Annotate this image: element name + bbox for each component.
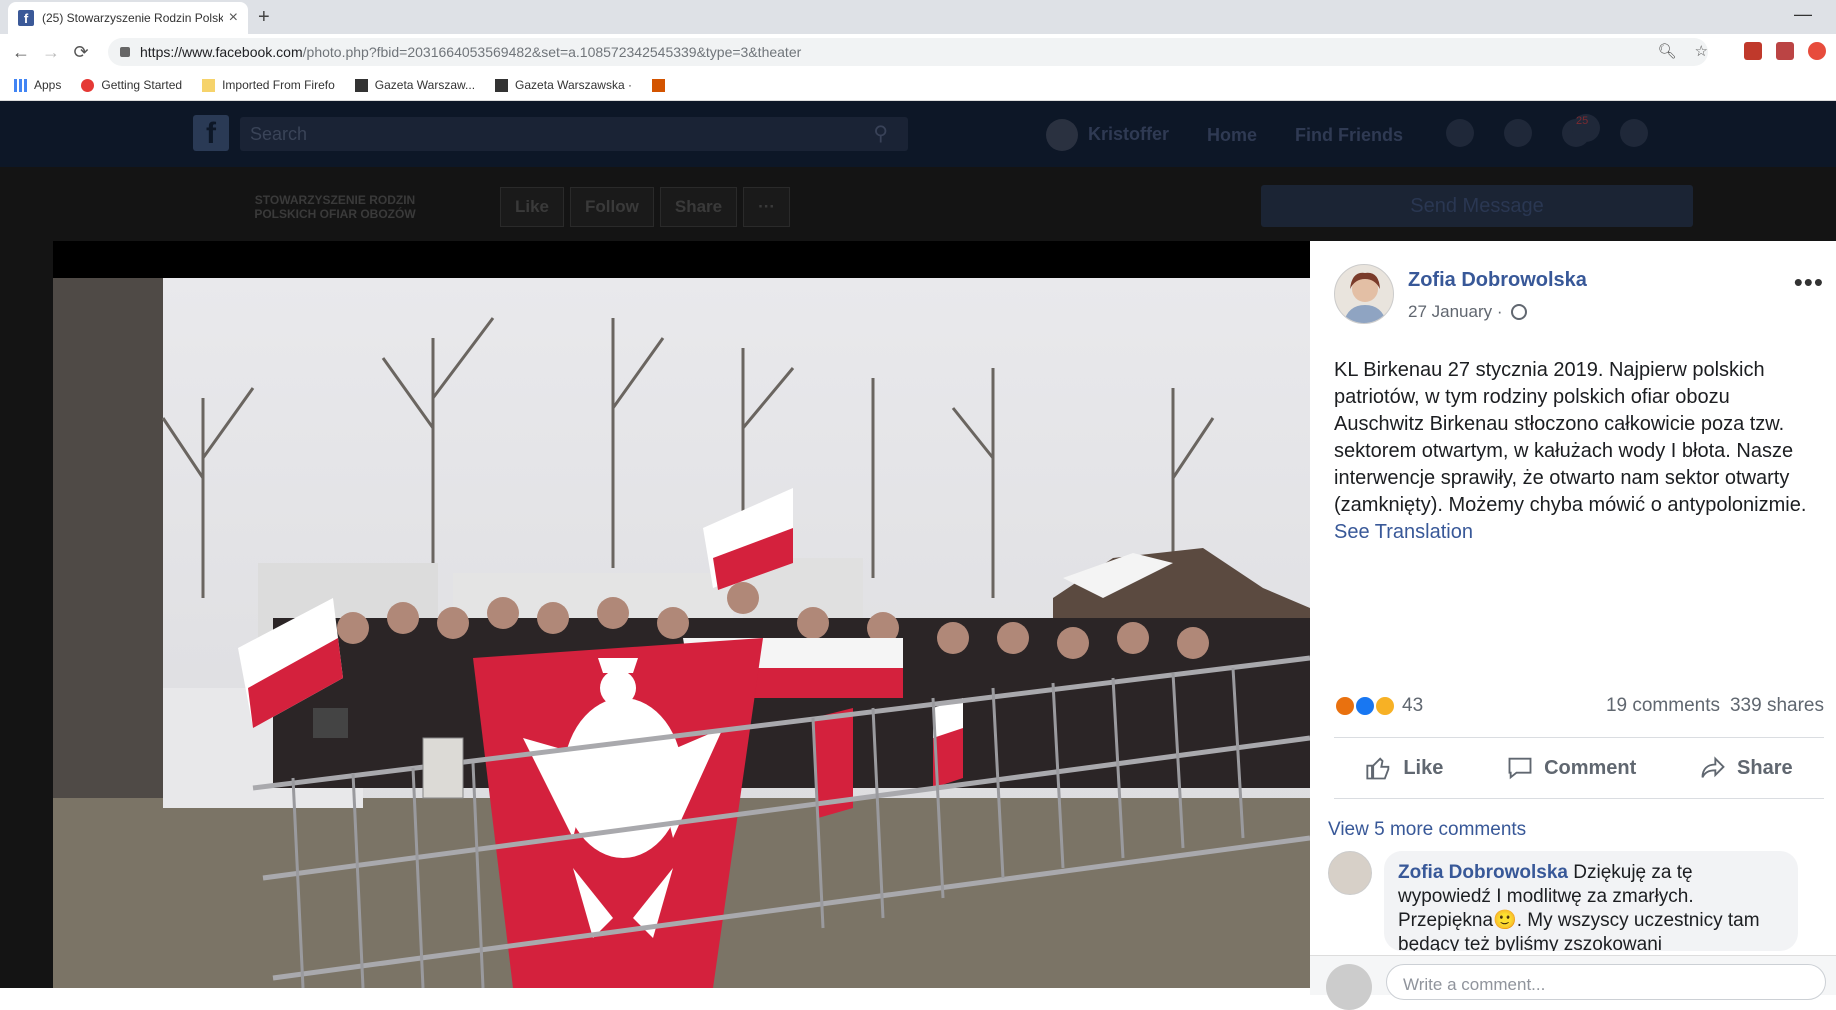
post-text: KL Birkenau 27 stycznia 2019. Najpierw p… xyxy=(1334,357,1824,546)
post-date: 27 January · xyxy=(1408,302,1527,322)
reaction-count[interactable]: 43 xyxy=(1402,695,1423,717)
bookmark-star-icon[interactable]: ☆ xyxy=(1695,42,1708,60)
photo-viewer[interactable] xyxy=(53,241,1310,988)
home-link[interactable]: Home xyxy=(1207,125,1257,146)
share-count[interactable]: 339 shares xyxy=(1730,695,1824,717)
bookmark-extra[interactable] xyxy=(651,78,665,92)
facebook-logo-icon[interactable]: f xyxy=(193,115,229,151)
chrome-icon xyxy=(81,78,95,92)
comment-author[interactable]: Zofia Dobrowolska xyxy=(1398,862,1568,883)
photo-image xyxy=(53,278,1310,988)
angry-reaction-icon xyxy=(1334,695,1356,717)
see-translation-link[interactable]: See Translation xyxy=(1334,519,1824,546)
like-button[interactable]: Like xyxy=(1365,754,1443,782)
bookmark-imported-from-firefox[interactable]: Imported From Firefo xyxy=(202,78,335,92)
bookmark-getting-started[interactable]: Getting Started xyxy=(81,78,182,92)
page-like-button[interactable]: Like xyxy=(500,187,565,227)
post-author-name[interactable]: Zofia Dobrowolska xyxy=(1408,269,1587,292)
folder-icon xyxy=(202,78,216,92)
bookmark-apps[interactable]: Apps xyxy=(14,78,61,92)
url-path: /photo.php?fbid=2031664053569482&set=a.1… xyxy=(302,44,802,60)
adblock-extension-icon[interactable] xyxy=(1744,42,1762,60)
page-logo: STOWARZYSZENIE RODZIN POLSKICH OFIAR OBO… xyxy=(254,193,416,221)
address-bar-row: ← → ⟳ https://www.facebook.com/photo.php… xyxy=(0,34,1836,70)
share-button[interactable]: Share xyxy=(1699,754,1793,782)
comment-bubble: Zofia Dobrowolska Dziękuję za tę wypowie… xyxy=(1384,851,1798,951)
url-host: https://www.facebook.com xyxy=(140,44,303,60)
gazeta-icon xyxy=(354,78,368,92)
friend-requests-icon[interactable] xyxy=(1446,119,1474,147)
author-avatar[interactable] xyxy=(1334,264,1394,324)
facebook-header-icons: 25 xyxy=(1446,114,1648,147)
notifications-icon[interactable]: 25 xyxy=(1562,114,1600,147)
browser-tab-strip: f (25) Stowarzyszenie Rodzin Polsk × + — xyxy=(0,0,1836,34)
wow-reaction-icon xyxy=(1374,695,1396,717)
minimize-window-icon[interactable]: — xyxy=(1794,4,1812,25)
thumbs-up-icon xyxy=(1366,757,1390,780)
facebook-search-input[interactable]: Search ⚲ xyxy=(240,117,908,151)
zoom-icon[interactable]: 🔍︎ xyxy=(1658,42,1677,60)
photo-side-panel: Zofia Dobrowolska 27 January · ••• KL Bi… xyxy=(1310,241,1836,1010)
like-reaction-icon xyxy=(1354,695,1376,717)
author-avatar-image xyxy=(1335,265,1393,323)
facebook-header: f Search ⚲ Kristoffer Home Find Friends … xyxy=(0,101,1836,167)
pdf-extension-icon[interactable] xyxy=(1776,42,1794,60)
bookmark-icon xyxy=(651,78,665,92)
extension-icon[interactable] xyxy=(1808,42,1826,60)
reload-icon[interactable]: ⟳ xyxy=(66,42,96,63)
send-message-button[interactable]: Send Message xyxy=(1261,185,1693,227)
comment-icon xyxy=(1508,757,1532,780)
avatar xyxy=(1046,119,1078,151)
share-icon xyxy=(1701,756,1725,778)
view-more-comments-link[interactable]: View 5 more comments xyxy=(1328,819,1526,841)
bookmarks-bar: Apps Getting Started Imported From Firef… xyxy=(0,70,1836,101)
write-comment-input[interactable]: Write a comment... xyxy=(1386,964,1826,1000)
commenter-avatar[interactable] xyxy=(1328,851,1372,895)
back-icon[interactable]: ← xyxy=(6,42,36,63)
close-tab-icon[interactable]: × xyxy=(229,9,238,27)
current-user-avatar xyxy=(1326,964,1372,1010)
search-icon[interactable]: ⚲ xyxy=(873,121,888,146)
url-omnibox[interactable]: https://www.facebook.com/photo.php?fbid=… xyxy=(108,38,1708,66)
bookmark-gazeta-2[interactable]: Gazeta Warszawska · xyxy=(495,78,632,92)
profile-link[interactable]: Kristoffer xyxy=(1046,119,1169,151)
forward-icon[interactable]: → xyxy=(36,42,66,63)
post-body: KL Birkenau 27 stycznia 2019. Najpierw p… xyxy=(1334,359,1807,516)
comment-count[interactable]: 19 comments xyxy=(1606,695,1720,717)
lock-icon xyxy=(120,47,130,57)
facebook-favicon-icon: f xyxy=(18,10,34,26)
page-follow-button[interactable]: Follow xyxy=(570,187,654,227)
page-action-buttons: Like Follow Share ··· xyxy=(500,187,791,227)
page-more-button[interactable]: ··· xyxy=(743,187,791,227)
apps-grid-icon xyxy=(14,78,27,92)
new-tab-icon[interactable]: + xyxy=(258,6,270,29)
reactions-row: 43 19 comments 339 shares xyxy=(1334,691,1824,721)
help-icon[interactable] xyxy=(1620,119,1648,147)
tab-title: (25) Stowarzyszenie Rodzin Polsk xyxy=(42,11,223,25)
comment-button[interactable]: Comment xyxy=(1506,754,1636,782)
gazeta-icon xyxy=(495,78,509,92)
write-comment-bar: Write a comment... xyxy=(1310,955,1836,1010)
facebook-nav: Kristoffer Home Find Friends xyxy=(1046,119,1403,151)
find-friends-link[interactable]: Find Friends xyxy=(1295,125,1403,146)
browser-tab[interactable]: f (25) Stowarzyszenie Rodzin Polsk × xyxy=(8,2,248,34)
messenger-icon[interactable] xyxy=(1504,119,1532,147)
more-options-icon[interactable]: ••• xyxy=(1794,267,1824,298)
globe-icon xyxy=(1510,304,1527,320)
page-share-button[interactable]: Share xyxy=(659,187,738,227)
extensions xyxy=(1744,42,1826,60)
notification-badge: 25 xyxy=(1572,114,1600,142)
bookmark-gazeta-1[interactable]: Gazeta Warszaw... xyxy=(354,78,475,92)
omnibox-icons: 🔍︎ ☆ xyxy=(1658,42,1709,60)
post-actions: Like Comment Share xyxy=(1334,737,1824,799)
